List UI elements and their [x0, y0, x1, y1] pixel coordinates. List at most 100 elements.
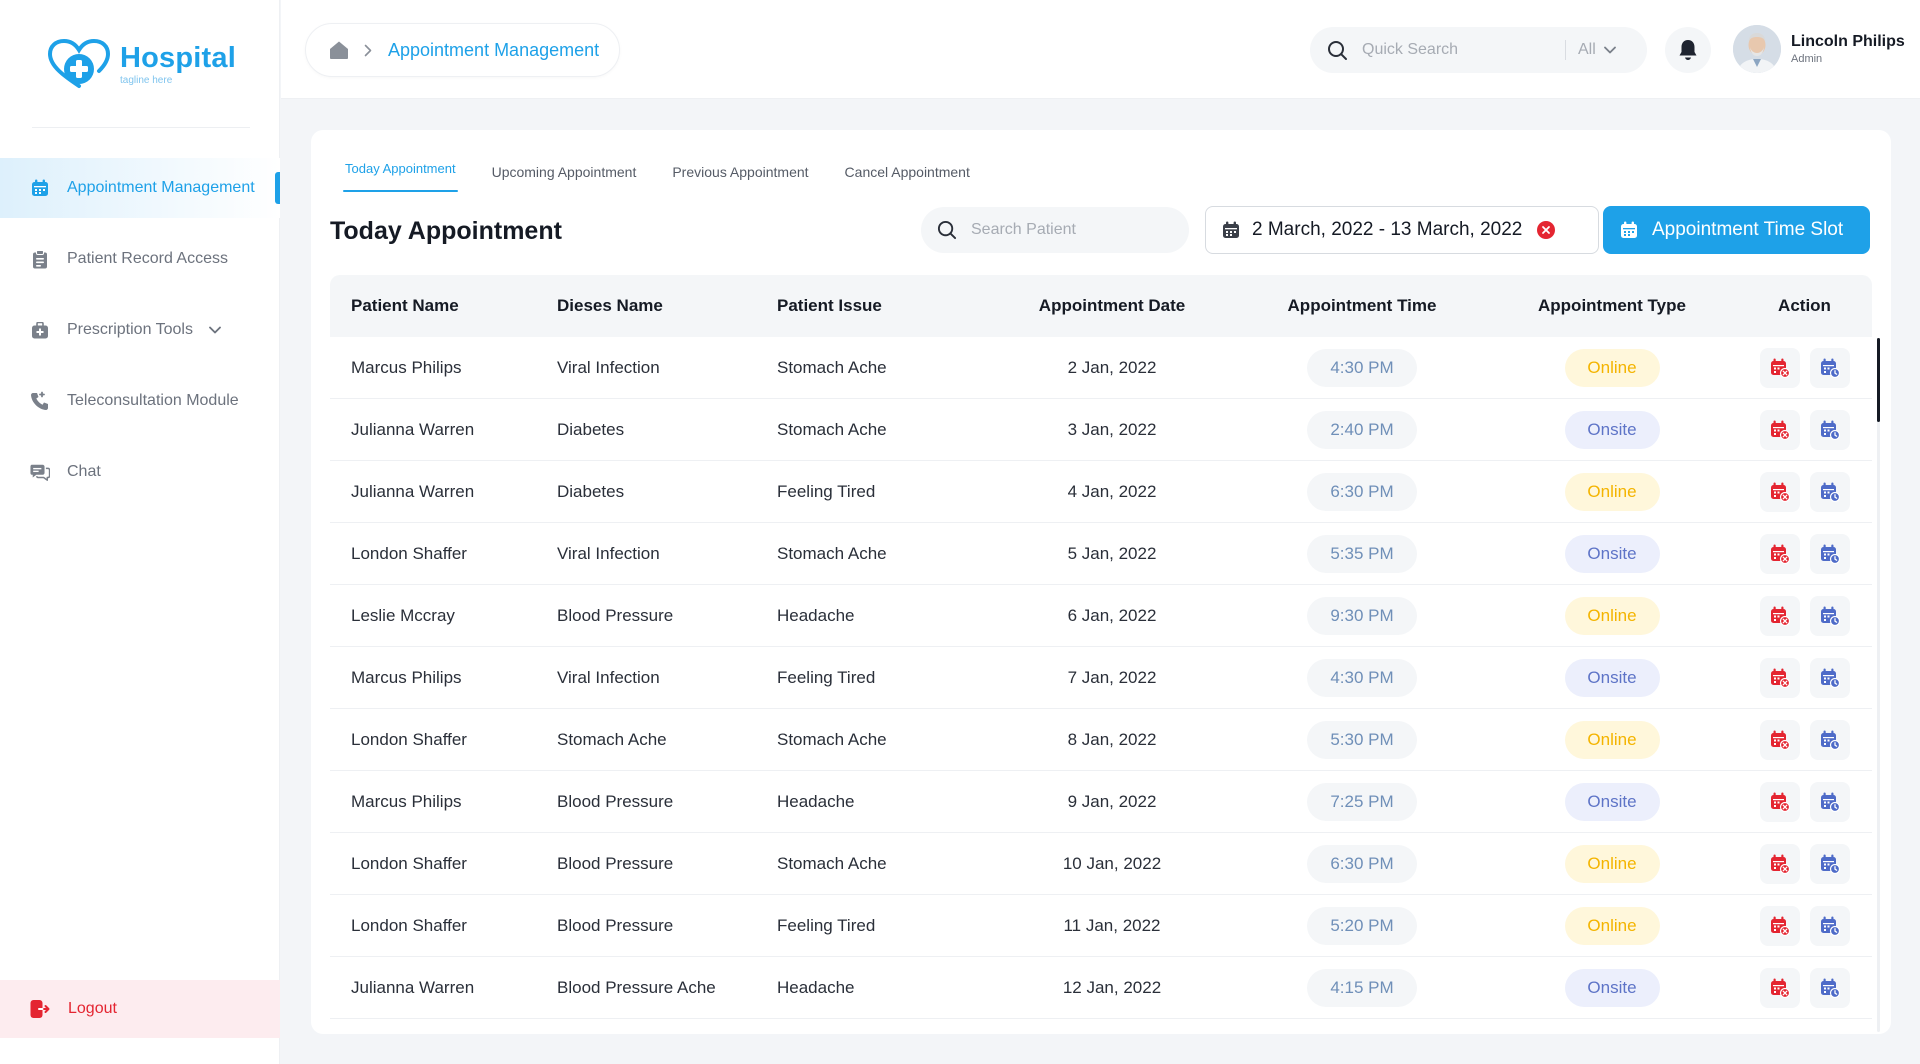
reschedule-appointment-button[interactable] — [1809, 905, 1850, 946]
cell-appointment-type: Online — [1487, 596, 1737, 635]
avatar[interactable] — [1733, 25, 1781, 73]
cancel-appointment-button[interactable] — [1759, 409, 1800, 450]
cancel-appointment-button[interactable] — [1759, 533, 1800, 574]
type-badge: Onsite — [1564, 534, 1660, 573]
column-header-patient-issue: Patient Issue — [777, 296, 882, 315]
table-scrollbar[interactable] — [1877, 338, 1880, 1032]
table-row[interactable]: Julianna Warren Diabetes Feeling Tired 4 Ja… — [330, 461, 1872, 523]
search-filter-dropdown[interactable]: All — [1578, 41, 1616, 59]
cell-appointment-type: Online — [1487, 472, 1737, 511]
reschedule-appointment-button[interactable] — [1809, 595, 1850, 636]
scrollbar-thumb[interactable] — [1877, 338, 1880, 422]
time-badge: 4:30 PM — [1307, 348, 1417, 387]
cell-actions — [1737, 657, 1872, 698]
cell-patient-issue: Headache — [777, 791, 855, 811]
table-row[interactable]: London Shaffer Blood Pressure Feeling Tire… — [330, 895, 1872, 957]
type-badge: Onsite — [1564, 968, 1660, 1007]
table-body: Marcus Philips Viral Infection Stomach Ach… — [330, 337, 1872, 1019]
table-row[interactable]: Julianna Warren Blood Pressure Ache Headac… — [330, 957, 1872, 1019]
time-badge: 6:30 PM — [1307, 472, 1417, 511]
cancel-appointment-button[interactable] — [1759, 843, 1800, 884]
search-icon — [937, 220, 957, 240]
cancel-appointment-button[interactable] — [1759, 347, 1800, 388]
table-row[interactable]: Marcus Philips Blood Pressure Headache 9 Ja… — [330, 771, 1872, 833]
cell-appointment-date: 6 Jan, 2022 — [1067, 605, 1157, 625]
cancel-appointment-button[interactable] — [1759, 719, 1800, 760]
reschedule-appointment-button[interactable] — [1809, 409, 1850, 450]
cancel-appointment-button[interactable] — [1759, 471, 1800, 512]
tab-previous-appointment[interactable]: Previous Appointment — [670, 158, 810, 192]
sidebar-item-label: Appointment Management — [67, 179, 255, 196]
reschedule-appointment-button[interactable] — [1809, 471, 1850, 512]
reschedule-appointment-button[interactable] — [1809, 781, 1850, 822]
table-row[interactable]: Julianna Warren Diabetes Stomach Ache 3 Jan… — [330, 399, 1872, 461]
cell-appointment-type: Online — [1487, 906, 1737, 945]
table-row[interactable]: London Shaffer Viral Infection Stomach Ach… — [330, 523, 1872, 585]
sidebar: Hospital tagline here Appointment Manage… — [0, 0, 280, 1064]
cell-patient-issue: Stomach Ache — [777, 729, 887, 749]
cancel-appointment-icon — [1770, 854, 1790, 874]
cancel-appointment-icon — [1770, 606, 1790, 626]
appointment-time-slot-button[interactable]: Appointment Time Slot — [1603, 206, 1870, 254]
cancel-appointment-icon — [1770, 668, 1790, 688]
cancel-appointment-button[interactable] — [1759, 657, 1800, 698]
table-row[interactable]: London Shaffer Stomach Ache Stomach Ache 8 … — [330, 709, 1872, 771]
cell-patient-issue: Stomach Ache — [777, 419, 887, 439]
cell-actions — [1737, 905, 1872, 946]
reschedule-appointment-button[interactable] — [1809, 843, 1850, 884]
cell-dieses-name: Stomach Ache — [557, 729, 667, 749]
chevron-down-icon[interactable] — [209, 326, 221, 334]
reschedule-appointment-icon — [1820, 916, 1840, 936]
reschedule-appointment-button[interactable] — [1809, 657, 1850, 698]
home-icon[interactable] — [328, 40, 350, 60]
sidebar-item-teleconsultation-module[interactable]: Teleconsultation Module — [0, 371, 280, 431]
user-profile[interactable]: Lincoln Philips Admin — [1733, 25, 1905, 73]
cell-patient-issue: Stomach Ache — [777, 853, 887, 873]
cell-actions — [1737, 967, 1872, 1008]
patient-search-input[interactable] — [971, 221, 1161, 239]
sidebar-item-patient-record-access[interactable]: Patient Record Access — [0, 229, 280, 289]
cell-patient-name: Julianna Warren — [351, 977, 475, 997]
tab-cancel-appointment[interactable]: Cancel Appointment — [843, 158, 972, 192]
cell-dieses-name: Blood Pressure Ache — [557, 977, 716, 997]
phone-icon — [30, 391, 50, 411]
reschedule-appointment-button[interactable] — [1809, 347, 1850, 388]
reschedule-appointment-button[interactable] — [1809, 533, 1850, 574]
reschedule-appointment-icon — [1820, 482, 1840, 502]
table-row[interactable]: Marcus Philips Viral Infection Feeling Tir… — [330, 647, 1872, 709]
page-title: Today Appointment — [330, 217, 562, 245]
logout-button[interactable]: Logout — [0, 980, 280, 1038]
cancel-appointment-button[interactable] — [1759, 595, 1800, 636]
sidebar-item-prescription-tools[interactable]: Prescription Tools — [0, 300, 280, 360]
cell-appointment-time: 2:40 PM — [1237, 410, 1487, 449]
cancel-appointment-button[interactable] — [1759, 905, 1800, 946]
sidebar-item-appointment-management[interactable]: Appointment Management — [0, 158, 280, 218]
table-row[interactable]: Leslie Mccray Blood Pressure Headache 6 Jan… — [330, 585, 1872, 647]
column-header-action: Action — [1778, 296, 1831, 315]
clear-date-icon[interactable] — [1536, 220, 1556, 240]
table-row[interactable]: London Shaffer Blood Pressure Stomach Ache… — [330, 833, 1872, 895]
table-row[interactable]: Marcus Philips Viral Infection Stomach Ach… — [330, 337, 1872, 399]
cell-dieses-name: Viral Infection — [557, 667, 660, 687]
cancel-appointment-button[interactable] — [1759, 967, 1800, 1008]
quick-search-input[interactable] — [1362, 41, 1562, 59]
hospital-logo[interactable]: Hospital tagline here — [44, 36, 236, 92]
logout-icon — [30, 998, 52, 1020]
sidebar-item-chat[interactable]: Chat — [0, 442, 280, 502]
reschedule-appointment-button[interactable] — [1809, 719, 1850, 760]
date-range-picker[interactable]: 2 March, 2022 - 13 March, 2022 — [1205, 206, 1599, 254]
cell-appointment-date: 9 Jan, 2022 — [1067, 791, 1157, 811]
tab-today-appointment[interactable]: Today Appointment — [343, 158, 458, 192]
cell-patient-name: Marcus Philips — [351, 791, 462, 811]
cell-appointment-type: Onsite — [1487, 658, 1737, 697]
cell-appointment-type: Online — [1487, 844, 1737, 883]
cancel-appointment-button[interactable] — [1759, 781, 1800, 822]
brand-tagline: tagline here — [120, 74, 173, 86]
reschedule-appointment-button[interactable] — [1809, 967, 1850, 1008]
tab-upcoming-appointment[interactable]: Upcoming Appointment — [490, 158, 639, 192]
cell-patient-issue: Stomach Ache — [777, 357, 887, 377]
notification-button[interactable] — [1665, 27, 1711, 73]
chevron-right-icon — [364, 44, 372, 57]
cell-appointment-time: 4:15 PM — [1237, 968, 1487, 1007]
breadcrumb-current[interactable]: Appointment Management — [388, 40, 599, 61]
